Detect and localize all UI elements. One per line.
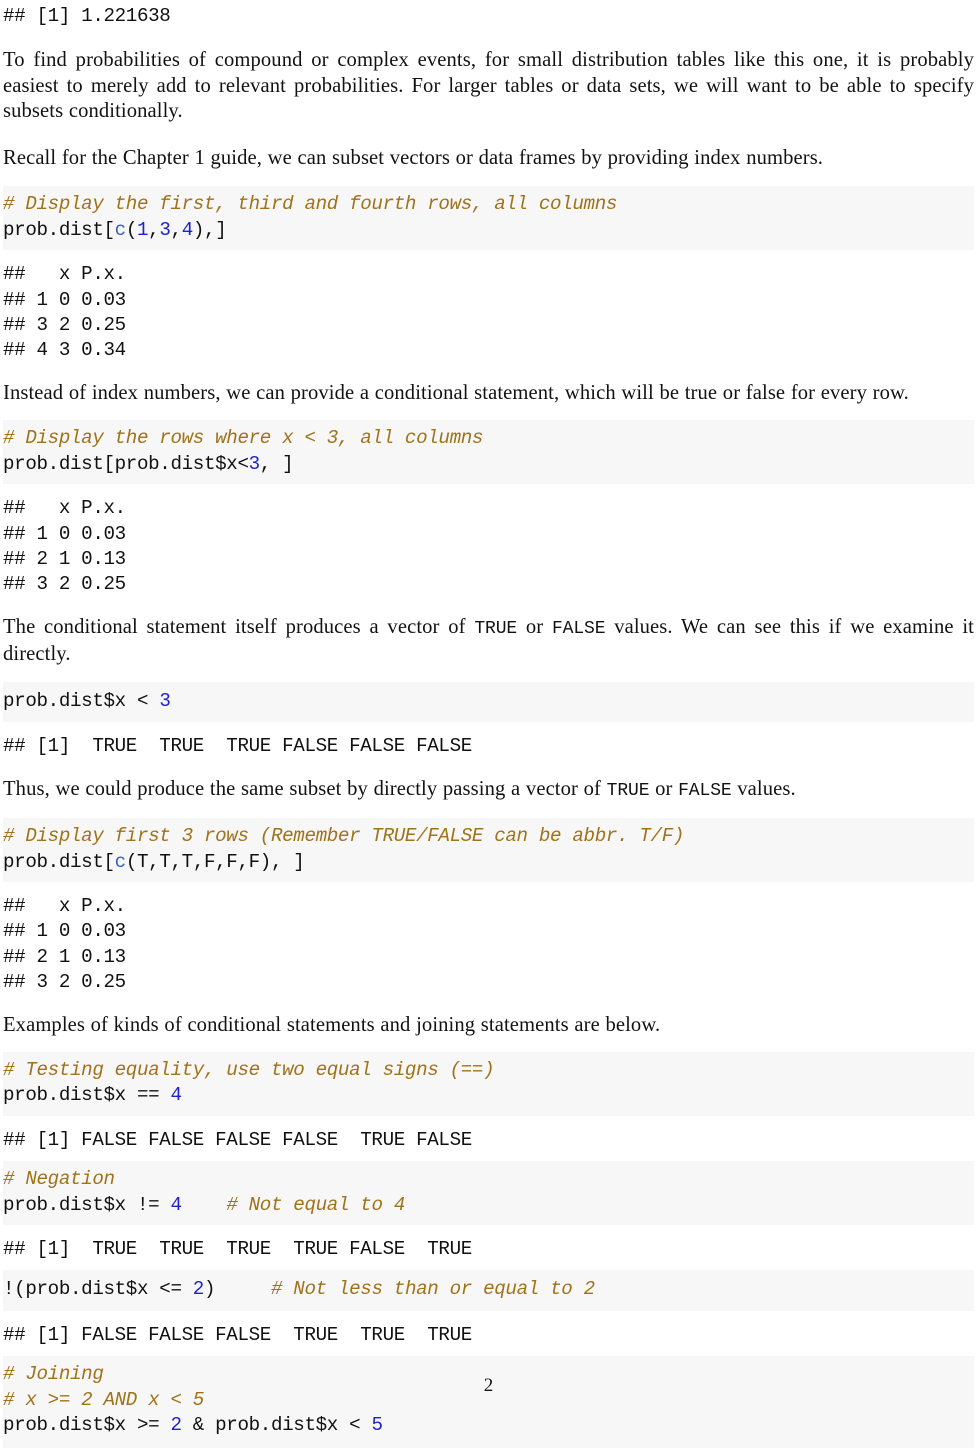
code-chunk-not-less-equal: !(prob.dist$x <= 2) # Not less than or e… [3, 1270, 974, 1311]
console-output-text: ## [1] FALSE FALSE FALSE FALSE TRUE FALS… [3, 1128, 472, 1151]
code-token-number-1: 1 [137, 218, 149, 241]
console-output-block: ## [1] TRUE TRUE TRUE TRUE FALSE TRUE [3, 1225, 974, 1271]
paragraph-conditional-statement: Instead of index numbers, we can provide… [3, 381, 909, 404]
code-chunk-index-subset: # Display the first, third and fourth ro… [3, 186, 974, 251]
code-chunk-conditional-subset: # Display the rows where x < 3, all colu… [3, 420, 974, 485]
code-token-number-3: 4 [181, 218, 194, 241]
code-token-function: c [114, 850, 127, 873]
console-output-block: ## x P.x. ## 1 0 0.03 ## 2 1 0.13 ## 3 2… [3, 484, 974, 607]
code-token-number-1: 3 [248, 452, 261, 475]
inline-code-false: FALSE [551, 618, 606, 639]
code-token-prefix: prob.dist$x >= [3, 1414, 171, 1437]
code-comment: # Display the first, third and fourth ro… [3, 193, 618, 216]
code-token-number-1: 4 [170, 1084, 182, 1107]
code-trailing-comment: # Not less than or equal to 2 [270, 1278, 595, 1301]
code-token-suffix: ),] [192, 218, 227, 241]
console-output-text: ## [1] 1.221638 [3, 5, 171, 27]
code-chunk-line-comment: # Display the rows where x < 3, all colu… [3, 426, 974, 451]
code-chunk-logical-subset: # Display first 3 rows (Remember TRUE/FA… [3, 818, 974, 882]
console-output-block: ## [1] FALSE FALSE FALSE TRUE TRUE TRUE [3, 1310, 974, 1357]
code-chunk-line-code: !(prob.dist$x <= 2) # Not less than or e… [3, 1277, 974, 1302]
code-comment: # Display first 3 rows (Remember TRUE/FA… [3, 825, 685, 848]
paragraph-text-part-a: The conditional statement itself produce… [3, 615, 475, 638]
code-token-gap [182, 1194, 227, 1216]
console-output-block: ## [1] TRUE TRUE TRUE FALSE FALSE FALSE [3, 722, 974, 769]
code-chunk-comparison-expression: prob.dist$x < 3 [3, 681, 974, 723]
paragraph-passing-logical-vector: Thus, we could produce the same subset b… [3, 769, 974, 814]
code-chunk-equality-test: # Testing equality, use two equal signs … [3, 1052, 974, 1116]
code-token-prefix: prob.dist$x == [3, 1084, 171, 1107]
paragraph-vector-of-true-false: The conditional statement itself produce… [3, 607, 974, 677]
console-output-text: ## x P.x. ## 1 0 0.03 ## 2 1 0.13 ## 3 2… [3, 894, 126, 994]
console-output-text: ## [1] TRUE TRUE TRUE FALSE FALSE FALSE [3, 735, 472, 758]
code-token-comma-1: , [148, 218, 160, 241]
paragraph-text-part-c: values. [731, 777, 796, 800]
code-chunk-line-code: prob.dist[c(T,T,T,F,F,F), ] [3, 850, 974, 875]
code-chunk-line-code: prob.dist$x >= 2 & prob.dist$x < 5 [3, 1413, 974, 1438]
page-number: 2 [483, 1375, 494, 1396]
code-chunk-line-comment: # Negation [3, 1167, 974, 1192]
inline-code-true: TRUE [474, 618, 518, 639]
code-token-prefix: !(prob.dist$x <= [3, 1278, 193, 1301]
code-token-number-2: 5 [371, 1414, 383, 1437]
console-output-block: ## x P.x. ## 1 0 0.03 ## 2 1 0.13 ## 3 2… [3, 881, 974, 1005]
code-token-prefix: prob.dist[prob.dist$x< [3, 452, 249, 475]
code-chunk-line-code: prob.dist[c(1,3,4),] [3, 218, 974, 243]
console-output-text: ## x P.x. ## 1 0 0.03 ## 3 2 0.25 ## 4 3… [3, 263, 126, 362]
code-token-paren: ( [125, 218, 138, 241]
code-token-suffix: (T,T,T,F,F,F), ] [125, 850, 305, 873]
console-output-text: ## [1] FALSE FALSE FALSE TRUE TRUE TRUE [3, 1323, 472, 1346]
code-token-number-1: 4 [170, 1193, 182, 1216]
code-token-prefix: prob.dist$x < [3, 689, 160, 712]
inline-code-false: FALSE [678, 780, 732, 801]
paragraph-text-part-b: or [649, 777, 679, 800]
console-output-block: ## x P.x. ## 1 0 0.03 ## 3 2 0.25 ## 4 3… [3, 250, 974, 373]
code-chunk-line-comment: # Testing equality, use two equal signs … [3, 1058, 974, 1083]
page-content: ## [1] 1.221638 To find probabilities of… [3, 0, 974, 1448]
paragraph-examples-intro: Examples of kinds of conditional stateme… [3, 1013, 661, 1036]
code-token-suffix: ) [203, 1278, 216, 1301]
code-token-prefix: prob.dist[ [3, 850, 115, 873]
code-chunk-joining-and: # Joining # x >= 2 AND x < 5 prob.dist$x… [3, 1356, 974, 1448]
console-output-block: ## [1] 1.221638 [3, 0, 974, 38]
code-trailing-comment: # Not equal to 4 [226, 1193, 405, 1216]
code-token-function: c [114, 218, 127, 241]
console-output-text: ## x P.x. ## 1 0 0.03 ## 2 1 0.13 ## 3 2… [3, 497, 126, 596]
code-token-mid: & prob.dist$x < [181, 1414, 372, 1437]
code-token-prefix: prob.dist$x != [3, 1193, 171, 1216]
console-output-text: ## [1] TRUE TRUE TRUE TRUE FALSE TRUE [3, 1238, 472, 1261]
paragraph-recall-chapter1: Recall for the Chapter 1 guide, we can s… [3, 146, 824, 169]
code-token-comma-2: , [170, 218, 183, 241]
code-token-suffix: , ] [259, 452, 294, 475]
pdf-page: ## [1] 1.221638 To find probabilities of… [0, 0, 977, 1448]
code-chunk-line-code: prob.dist$x == 4 [3, 1083, 974, 1108]
code-chunk-line-code: prob.dist$x < 3 [3, 689, 974, 714]
code-chunk-line-comment: # Display the first, third and fourth ro… [3, 192, 974, 217]
code-comment: # Testing equality, use two equal signs … [3, 1059, 495, 1082]
code-token-number-2: 3 [159, 218, 171, 241]
paragraph-text-part-a: Thus, we could produce the same subset b… [3, 777, 607, 800]
code-chunk-line-code: prob.dist$x != 4 # Not equal to 4 [3, 1193, 974, 1218]
code-token-gap [215, 1278, 271, 1300]
code-comment: # Negation [3, 1168, 115, 1191]
code-token-number-1: 2 [170, 1414, 182, 1437]
code-chunk-negation: # Negation prob.dist$x != 4 # Not equal … [3, 1161, 974, 1226]
paragraph-text-part-b: or [517, 615, 552, 638]
code-chunk-line-code: prob.dist[prob.dist$x<3, ] [3, 452, 974, 477]
code-chunk-line-comment: # Display first 3 rows (Remember TRUE/FA… [3, 824, 974, 849]
code-token-prefix: prob.dist[ [3, 218, 115, 241]
console-output-block: ## [1] FALSE FALSE FALSE FALSE TRUE FALS… [3, 1115, 974, 1162]
code-token-number-1: 3 [159, 689, 171, 712]
paragraph-compound-events: To find probabilities of compound or com… [3, 49, 974, 123]
inline-code-true: TRUE [606, 780, 650, 801]
code-token-number-1: 2 [192, 1278, 205, 1301]
code-comment: # Display the rows where x < 3, all colu… [3, 427, 484, 450]
